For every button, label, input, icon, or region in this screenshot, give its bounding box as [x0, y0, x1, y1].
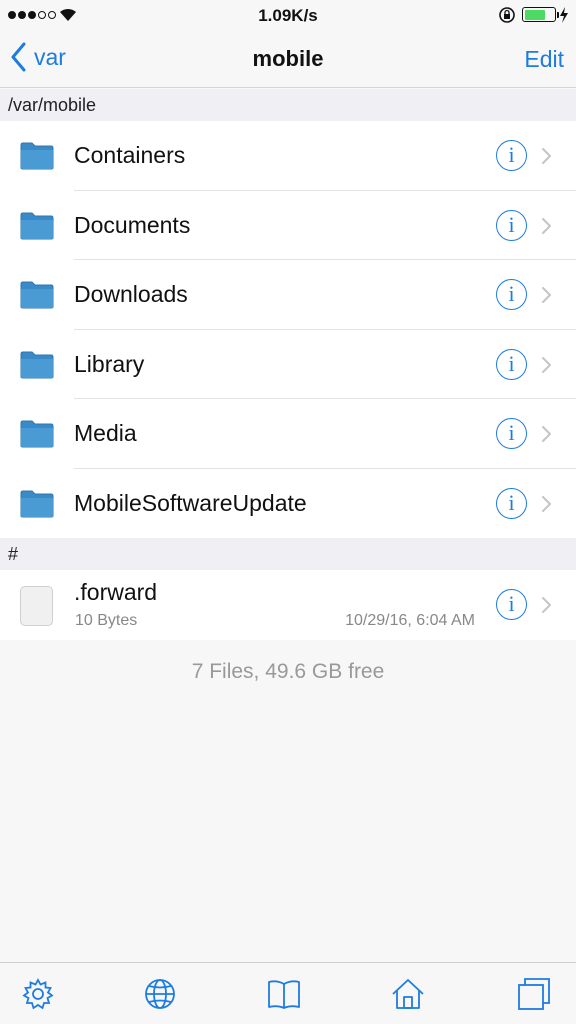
- folder-icon: [20, 281, 54, 309]
- info-icon[interactable]: i: [496, 418, 527, 449]
- file-size: 10 Bytes: [75, 612, 138, 629]
- folder-name: Documents: [74, 211, 191, 238]
- edit-button[interactable]: Edit: [524, 46, 564, 73]
- network-rate: 1.09K/s: [258, 6, 318, 25]
- back-button[interactable]: var: [10, 42, 66, 72]
- section-index-header: #: [0, 538, 576, 570]
- folder-row-library[interactable]: Library i: [0, 330, 576, 399]
- status-bar: 1.09K/s: [0, 0, 576, 30]
- folder-name: Containers: [74, 142, 186, 168]
- info-icon[interactable]: i: [496, 348, 527, 380]
- folder-name: Library: [74, 350, 145, 377]
- info-icon[interactable]: i: [496, 279, 527, 310]
- folder-name: Media: [74, 420, 137, 446]
- chevron-right-icon: [542, 597, 551, 613]
- chevron-right-icon: [542, 287, 551, 303]
- file-row-forward[interactable]: .forward 10 Bytes 10/29/16, 6:04 AM i: [0, 570, 576, 640]
- info-icon[interactable]: i: [496, 209, 527, 241]
- chevron-right-icon: [542, 356, 551, 373]
- folder-icon: [20, 212, 54, 239]
- folder-icon: [20, 490, 54, 517]
- folder-icon: [20, 351, 54, 378]
- folder-row-containers[interactable]: Containers i: [0, 121, 576, 191]
- chevron-left-icon: [11, 42, 26, 72]
- folder-list: Containers i Documents i Downloads i Library i M…: [0, 121, 576, 538]
- folder-row-media[interactable]: Media i: [0, 399, 576, 469]
- info-icon[interactable]: i: [496, 487, 527, 519]
- tab-bar: [0, 962, 576, 1024]
- globe-icon[interactable]: [142, 976, 178, 1012]
- folder-row-mobilesoftwareupdate[interactable]: MobileSoftwareUpdate i: [0, 469, 576, 539]
- rotation-lock-icon: [499, 7, 515, 23]
- home-icon[interactable]: [390, 976, 426, 1012]
- windows-icon[interactable]: [516, 976, 552, 1012]
- folder-name: MobileSoftwareUpdate: [74, 489, 307, 516]
- gear-icon[interactable]: [20, 976, 56, 1012]
- path-header: /var/mobile: [0, 89, 576, 121]
- book-icon[interactable]: [266, 976, 302, 1012]
- chevron-right-icon: [542, 148, 551, 164]
- folder-icon: [20, 420, 54, 448]
- charging-bolt-icon: [560, 7, 568, 23]
- chevron-right-icon: [542, 217, 551, 234]
- info-icon[interactable]: i: [496, 589, 527, 620]
- storage-summary: 7 Files, 49.6 GB free: [191, 660, 385, 683]
- folder-row-downloads[interactable]: Downloads i: [0, 260, 576, 330]
- back-label: var: [34, 43, 66, 70]
- document-icon: [20, 586, 53, 626]
- file-list: .forward 10 Bytes 10/29/16, 6:04 AM i: [0, 570, 576, 640]
- file-name: .forward: [74, 579, 158, 605]
- file-date: 10/29/16, 6:04 AM: [345, 612, 475, 629]
- chevron-right-icon: [542, 495, 551, 512]
- page-title: mobile: [252, 46, 324, 71]
- navigation-bar: var mobile Edit: [0, 30, 576, 88]
- folder-row-documents[interactable]: Documents i: [0, 191, 576, 260]
- folder-icon: [20, 142, 54, 170]
- info-icon[interactable]: i: [496, 140, 527, 171]
- battery-icon: [522, 7, 559, 22]
- chevron-right-icon: [542, 426, 551, 442]
- folder-name: Downloads: [74, 281, 188, 307]
